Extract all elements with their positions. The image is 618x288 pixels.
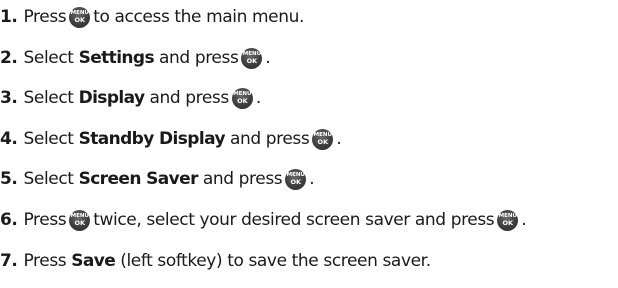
step-5: 5. Select Screen Saver and press MENU OK… [0, 164, 315, 194]
menu-ok-key-icon: MENU OK [231, 87, 253, 109]
menu-ok-key-icon-label: OK [74, 218, 86, 227]
step-text: . [521, 210, 527, 230]
step-text: twice, select your desired screen saver … [93, 210, 495, 230]
step-text: Select [23, 48, 74, 68]
step-text: to access the main menu. [93, 7, 304, 27]
step-text: . [255, 88, 261, 108]
step-7: 7. Press Save (left softkey) to save the… [0, 246, 431, 276]
menu-ok-key-icon: MENU OK [69, 209, 91, 231]
step-3: 3. Select Display and press MENU OK . [0, 83, 261, 113]
step-text: . [265, 48, 271, 68]
menu-ok-key-icon: MENU OK [69, 6, 91, 28]
step-text: . [336, 129, 342, 149]
step-text: and press [229, 129, 310, 149]
step-text: Select [23, 169, 74, 189]
step-number: 5. [0, 169, 18, 189]
step-number: 4. [0, 129, 18, 149]
step-text: . [309, 169, 315, 189]
menu-option-name: Display [78, 88, 145, 108]
menu-ok-key-icon: MENU OK [285, 168, 307, 190]
step-text: Press [23, 251, 67, 271]
step-4: 4. Select Standby Display and press MENU… [0, 124, 342, 154]
menu-ok-key-icon: MENU OK [312, 128, 334, 150]
step-2: 2. Select Settings and press MENU OK . [0, 43, 271, 73]
step-text: (left softkey) to save the screen saver. [120, 251, 431, 271]
step-number: 3. [0, 88, 18, 108]
step-number: 1. [0, 7, 18, 27]
step-1: 1. Press MENU OK to access the main menu… [0, 2, 304, 32]
menu-ok-key-icon-label: OK [237, 96, 248, 105]
menu-ok-key-icon-label: OK [502, 218, 514, 227]
softkey-name: Save [71, 251, 116, 271]
step-text: and press [149, 88, 229, 108]
menu-ok-key-icon-label: OK [74, 15, 86, 24]
menu-option-name: Settings [78, 48, 155, 68]
step-number: 6. [0, 210, 18, 230]
step-text: and press [202, 169, 283, 189]
menu-option-name: Screen Saver [78, 169, 199, 189]
step-text: Select [23, 88, 74, 108]
menu-ok-key-icon: MENU OK [497, 209, 519, 231]
step-6: 6. Press MENU OK twice, select your desi… [0, 205, 527, 235]
menu-ok-key-icon: MENU OK [241, 47, 263, 69]
step-number: 7. [0, 251, 18, 271]
step-text: Press [23, 210, 67, 230]
menu-ok-key-icon-label: OK [290, 177, 302, 186]
step-text: Select [23, 129, 74, 149]
menu-ok-key-icon-label: OK [317, 137, 329, 146]
step-text: and press [159, 48, 239, 68]
step-number: 2. [0, 48, 18, 68]
step-text: Press [23, 7, 67, 27]
menu-option-name: Standby Display [78, 129, 226, 149]
menu-ok-key-icon-label: OK [246, 56, 258, 65]
